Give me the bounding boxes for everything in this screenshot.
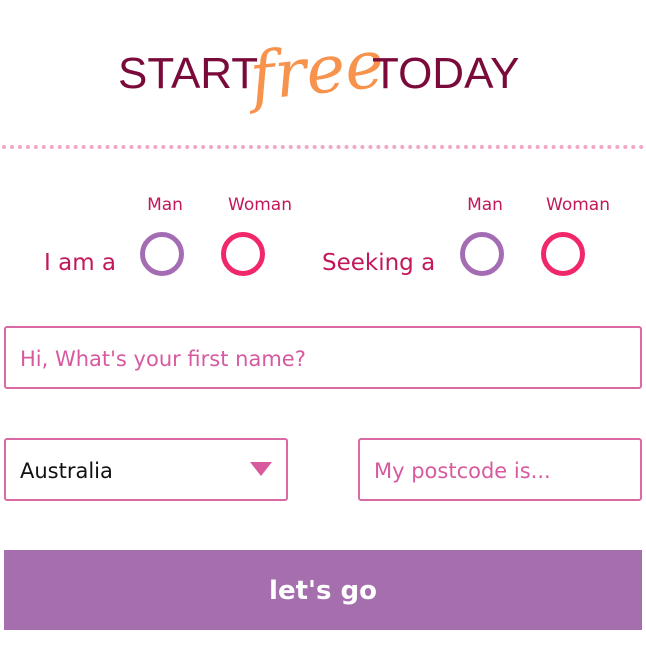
seeking-man-radio[interactable]	[460, 232, 504, 276]
country-select[interactable]: Australia	[4, 438, 288, 501]
i-am-woman-radio[interactable]	[221, 232, 265, 276]
start-free-today-headline: START free TODAY	[0, 25, 646, 148]
seeking-label: Seeking a	[322, 250, 436, 276]
first-name-field[interactable]: Hi, What's your first name?	[4, 326, 642, 389]
country-selected-value: Australia	[20, 459, 113, 483]
triangle-down-icon	[250, 462, 272, 476]
dotted-divider	[2, 145, 644, 149]
i-am-man-label: Man	[147, 195, 183, 215]
headline-today: TODAY	[372, 49, 520, 98]
seeking-woman-radio[interactable]	[541, 232, 585, 276]
postcode-field[interactable]: My postcode is...	[358, 438, 642, 501]
i-am-man-radio[interactable]	[140, 232, 184, 276]
first-name-placeholder: Hi, What's your first name?	[20, 347, 306, 371]
seeking-man-label: Man	[467, 195, 503, 215]
i-am-woman-label: Woman	[228, 195, 292, 215]
headline-start: START	[118, 49, 259, 98]
lets-go-button[interactable]: let's go	[4, 550, 642, 630]
headline-free: free	[246, 25, 388, 116]
seeking-woman-label: Woman	[546, 195, 610, 215]
i-am-label: I am a	[44, 250, 116, 276]
postcode-placeholder: My postcode is...	[374, 459, 551, 483]
